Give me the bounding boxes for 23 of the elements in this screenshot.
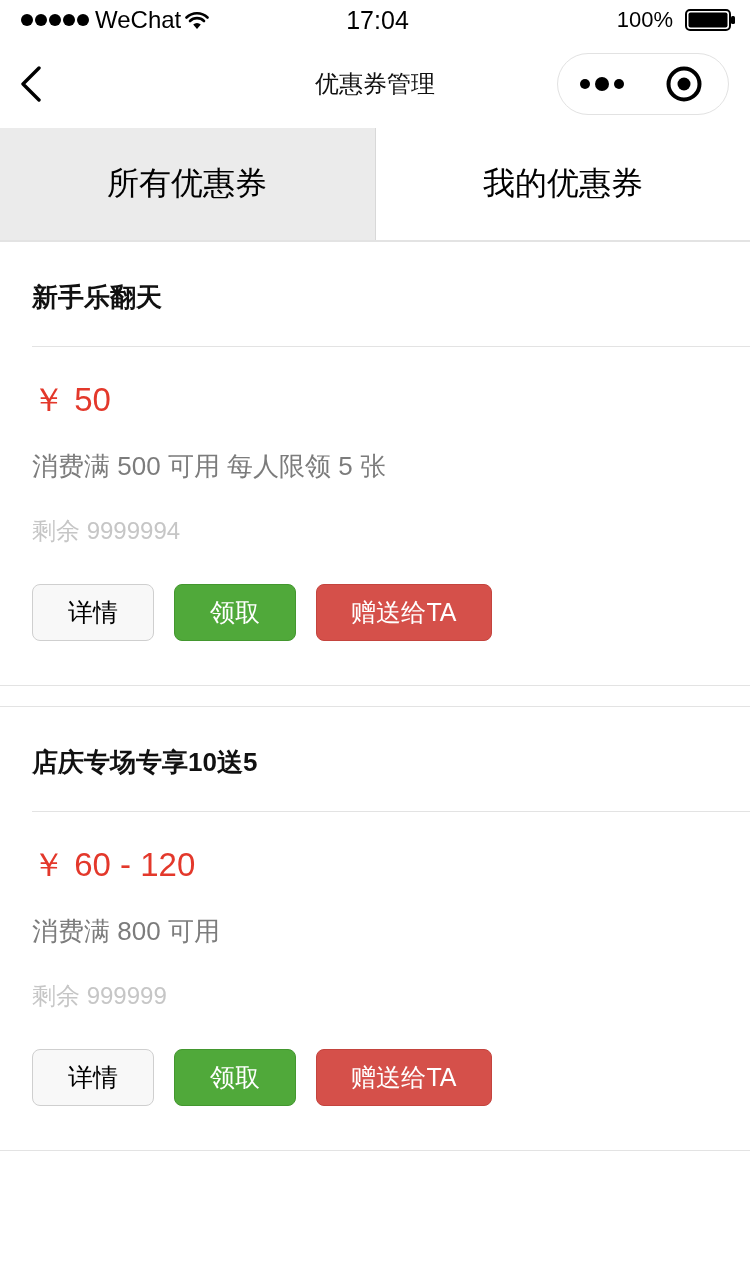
gift-button[interactable]: 赠送给TA <box>316 584 492 641</box>
details-button[interactable]: 详情 <box>32 584 154 641</box>
coupon-title: 新手乐翻天 <box>32 281 162 314</box>
coupon-price: ￥ 50 <box>32 380 111 420</box>
wifi-icon <box>185 11 210 29</box>
coupon-title: 店庆专场专享10送5 <box>32 746 258 779</box>
carrier-name: WeChat <box>95 6 182 34</box>
details-button[interactable]: 详情 <box>32 1049 154 1106</box>
coupon-price: ￥ 60 - 120 <box>32 845 196 885</box>
signal-icon <box>20 13 90 27</box>
gift-button[interactable]: 赠送给TA <box>316 1049 492 1106</box>
battery-percent: 100% <box>616 6 673 34</box>
clock-time: 17:04 <box>346 5 409 35</box>
remaining-count: 剩余 9999994 <box>32 516 181 546</box>
coupon-condition: 消费满 800 可用 <box>32 915 220 948</box>
remaining-count: 剩余 999999 <box>32 981 167 1011</box>
target-icon[interactable] <box>666 66 702 102</box>
page-title: 优惠券管理 <box>315 69 435 99</box>
tab[interactable]: 所有优惠券 <box>0 128 376 240</box>
battery-icon <box>685 9 735 31</box>
back-icon[interactable] <box>20 66 42 102</box>
coupon-condition: 消费满 500 可用 每人限领 5 张 <box>32 450 386 483</box>
more-icon[interactable] <box>580 77 624 91</box>
